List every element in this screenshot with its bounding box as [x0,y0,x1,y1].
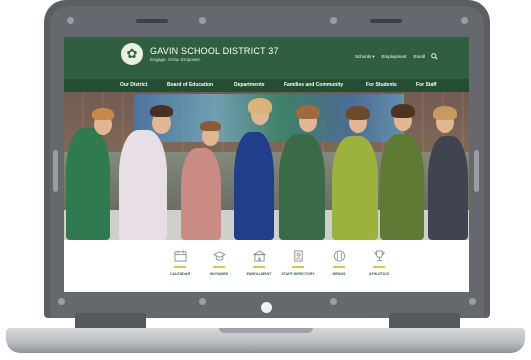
quick-link-menus[interactable]: MENUS [319,250,359,276]
utensils-icon [333,250,345,262]
quick-link-underline [333,266,345,268]
hero-person-hair [248,98,272,114]
bezel-slot [136,19,168,23]
quick-link-label: ENROLLMENT [246,271,272,276]
quick-link-label: SKYWARD [209,271,229,276]
hero-person-hair [433,106,457,120]
bezel-slot [370,19,402,23]
hero-person [181,148,221,240]
hero-person-hair [200,121,221,131]
main-nav: Our District Board of Education Departme… [64,79,469,92]
bezel-dot [199,17,206,24]
quick-link-underline [253,266,265,268]
quick-link-label: MENUS [332,271,346,276]
hero-person [279,134,325,240]
hero-person-hair [346,106,370,120]
quick-link-label: ATHLETICS [369,271,389,276]
nav-for-staff[interactable]: For Staff [416,82,437,88]
bezel-dot [330,298,337,305]
quick-link-underline [213,266,225,268]
hero-person [428,136,468,240]
hero-person-hair [391,104,415,118]
quick-link-underline [373,266,385,268]
search-icon[interactable] [431,53,438,60]
quick-link-underline [174,266,186,268]
hero-person [119,130,167,240]
website-screen: ✿ GAVIN SCHOOL DISTRICT 37 Engage. Grow.… [64,37,469,292]
quick-link-athletics[interactable]: ATHLETICS [359,250,399,276]
district-logo[interactable]: ✿ [121,43,143,65]
utility-link-schools[interactable]: Schools ▾ [355,54,375,60]
hero-person [332,136,378,240]
site-title[interactable]: GAVIN SCHOOL DISTRICT 37 [150,46,279,56]
graduation-cap-icon [212,251,226,261]
nav-families-and-community[interactable]: Families and Community [284,82,343,88]
hero-person [66,128,110,240]
hero-person [380,134,424,240]
bezel-dot [67,17,74,24]
hero-photo [64,92,469,240]
quick-link-staff-directory[interactable]: STAFF DIRECTORY [278,250,318,276]
nav-departments[interactable]: Departments [234,82,265,88]
quick-link-underline [292,266,304,268]
quick-link-enrollment[interactable]: ENROLLMENT [239,250,279,276]
webcam [261,302,272,313]
bezel-dot [58,298,65,305]
calendar-icon [174,250,186,262]
quick-link-label: CALENDAR [169,271,191,276]
utility-nav: Schools ▾ Employment Enroll [355,54,425,60]
bezel-dot [330,17,337,24]
bezel-side-slot [53,150,58,192]
utility-link-employment[interactable]: Employment [382,54,407,60]
bezel-dot [469,298,476,305]
hero-person [234,132,274,240]
quick-link-skyward[interactable]: SKYWARD [199,250,239,276]
quick-link-calendar[interactable]: CALENDAR [160,250,200,276]
hero-person-hair [150,105,173,117]
hero-person-hair [296,105,320,119]
site-header: ✿ GAVIN SCHOOL DISTRICT 37 Engage. Grow.… [64,37,469,79]
quick-links: CALENDAR SKYWARD ENROLLMENT STAFF DIRECT… [64,240,469,292]
nav-for-students[interactable]: For Students [366,82,397,88]
bezel-side-slot [474,150,479,192]
utility-link-enroll[interactable]: Enroll [414,54,426,60]
bezel-dot [461,17,468,24]
trophy-icon [373,250,385,262]
hero-person-hair [92,108,114,120]
nav-board-of-education[interactable]: Board of Education [167,82,213,88]
bezel-dot [199,298,206,305]
site-tagline: Engage. Grow. Empower. [150,57,202,62]
id-card-icon [293,250,303,262]
laptop-base-notch [219,328,313,333]
nav-our-district[interactable]: Our District [120,82,148,88]
quick-link-label: STAFF DIRECTORY [281,271,315,276]
school-building-icon [252,250,266,262]
